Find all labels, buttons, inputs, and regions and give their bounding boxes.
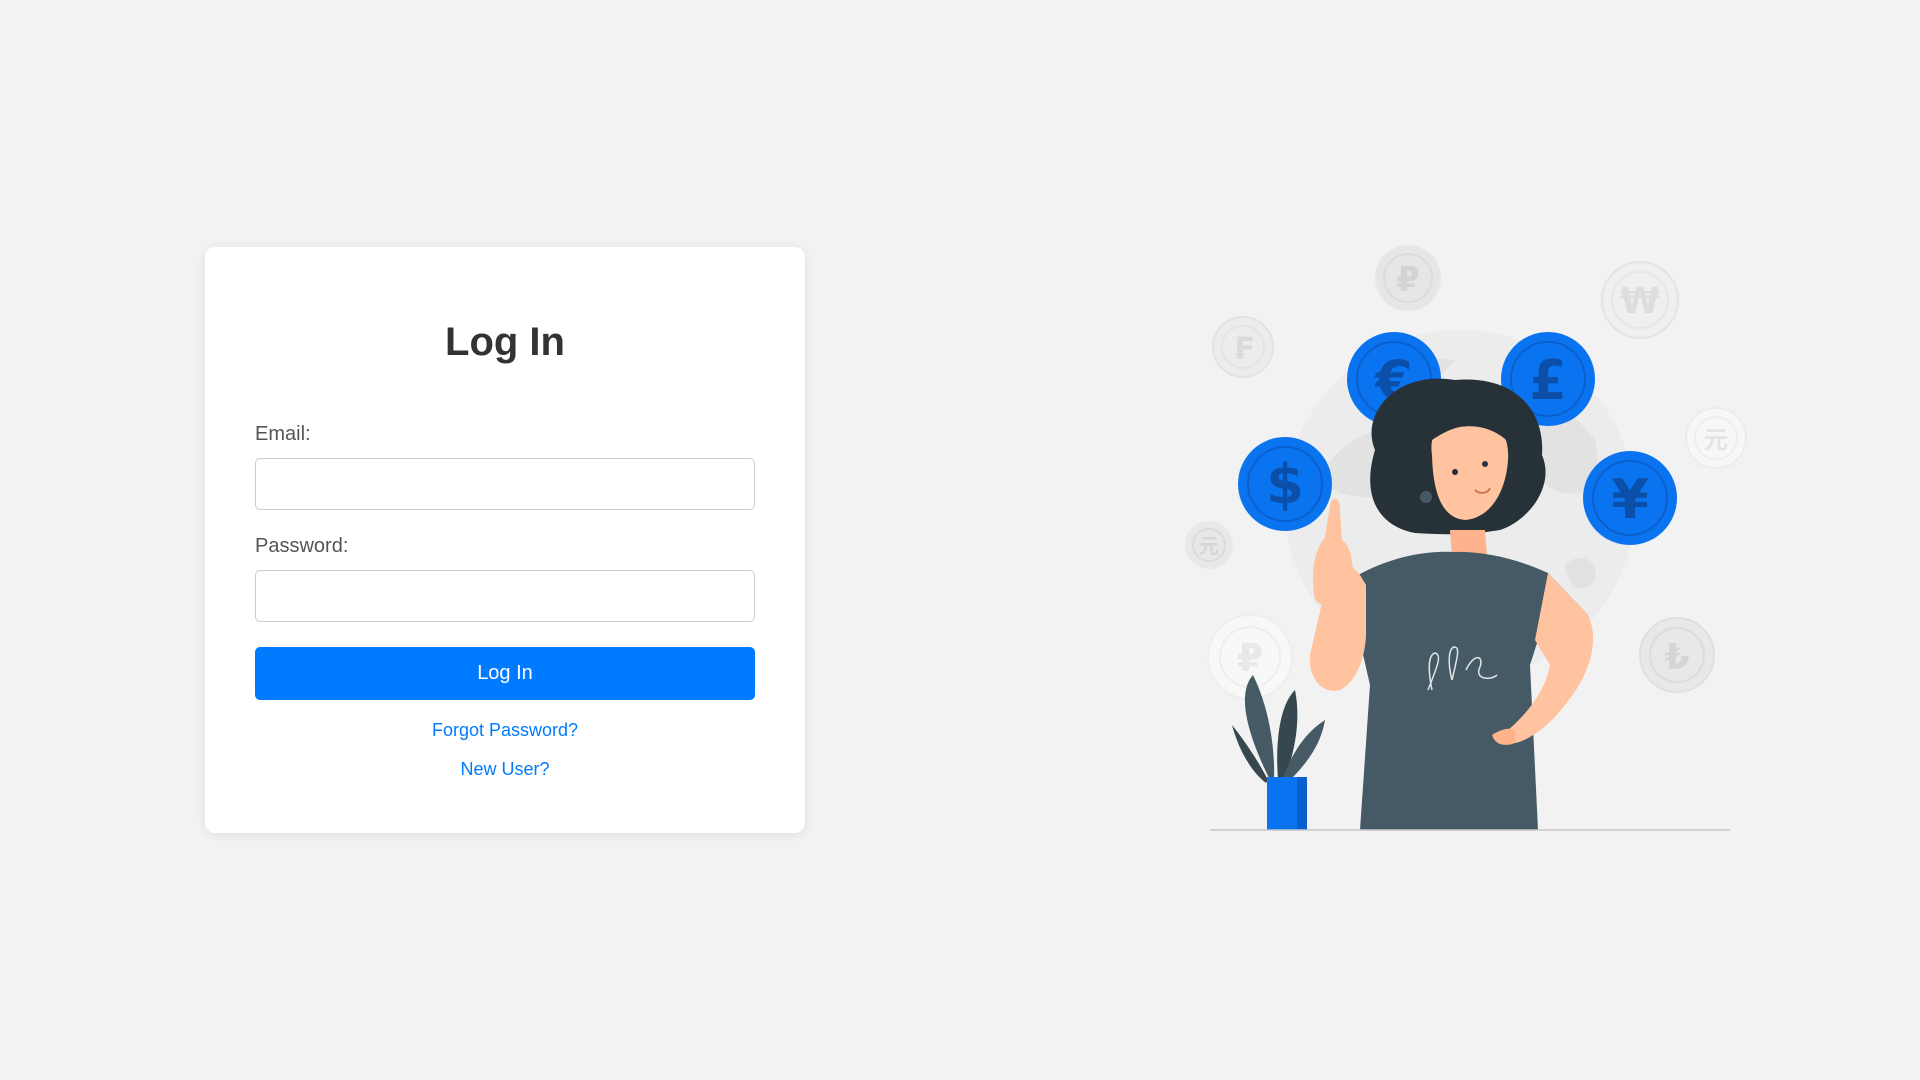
- yen-coin-icon: ¥: [1583, 451, 1677, 545]
- faded-lira-coin-icon: ₺: [1639, 617, 1715, 693]
- coin-symbol: $: [1266, 453, 1304, 516]
- email-label: Email:: [255, 423, 311, 445]
- faded-yuan-coin-icon: 元: [1185, 521, 1233, 569]
- finance-illustration: ₽ ₩ ₣ 元 元 ₽ ₺ € £ $ ¥: [1185, 245, 1747, 831]
- faded-coin-symbol: 元: [1704, 426, 1728, 454]
- password-field[interactable]: [255, 570, 755, 622]
- password-label: Password:: [255, 535, 349, 557]
- new-user-link[interactable]: New User?: [255, 759, 755, 779]
- dollar-coin-icon: $: [1238, 437, 1332, 531]
- forgot-password-link[interactable]: Forgot Password?: [255, 720, 755, 740]
- faded-coin-symbol: ₺: [1664, 637, 1689, 678]
- faded-coin-symbol: ₣: [1233, 332, 1254, 367]
- faded-franc-coin-icon: ₣: [1212, 316, 1274, 378]
- faded-yuan-coin-icon: 元: [1685, 407, 1747, 469]
- faded-ruble-coin-icon: ₽: [1375, 245, 1441, 311]
- faded-coin-symbol: ₩: [1620, 281, 1660, 322]
- login-button[interactable]: Log In: [255, 647, 755, 700]
- faded-coin-symbol: 元: [1199, 534, 1219, 558]
- potted-plant: [1232, 675, 1325, 830]
- login-title: Log In: [445, 320, 565, 364]
- coin-symbol: ¥: [1611, 468, 1649, 531]
- faded-coin-symbol: ₽: [1237, 636, 1263, 680]
- email-field[interactable]: [255, 458, 755, 510]
- faded-won-coin-icon: ₩: [1601, 261, 1679, 339]
- faded-coin-symbol: ₽: [1396, 260, 1420, 300]
- login-page: Log In Email: Password: Log In Forgot Pa…: [0, 0, 1920, 1080]
- login-card: Log In Email: Password: Log In Forgot Pa…: [205, 247, 805, 833]
- coin-symbol: £: [1529, 349, 1567, 412]
